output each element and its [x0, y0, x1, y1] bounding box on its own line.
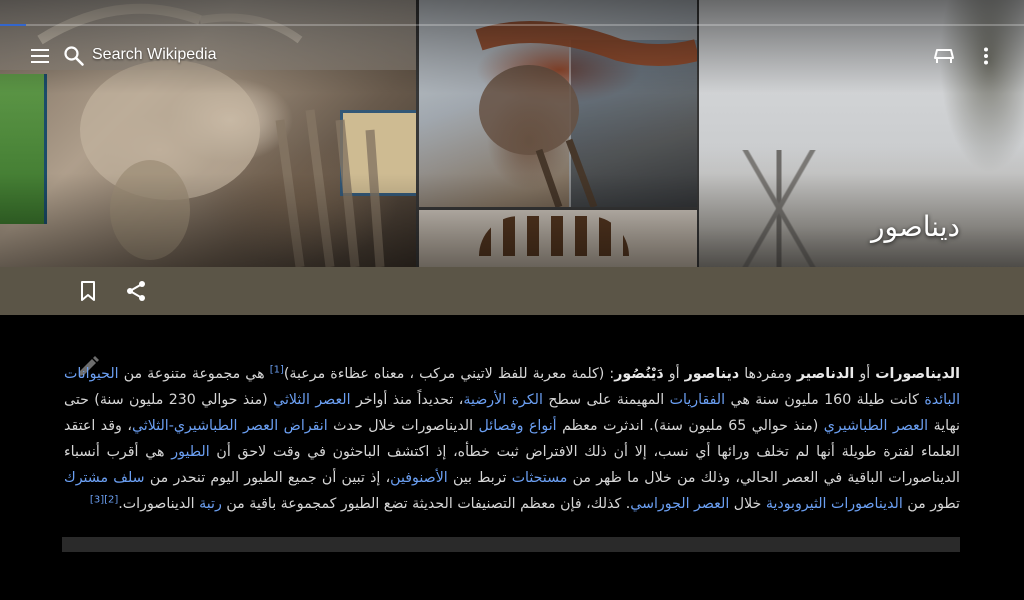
- reading-list-button[interactable]: [924, 36, 964, 76]
- article-link[interactable]: أنواع وفصائل: [479, 418, 557, 434]
- article-action-bar: [0, 267, 1024, 315]
- text: ، تحديداً منذ أواخر: [350, 392, 464, 408]
- article-link[interactable]: العصر الجوراسي: [630, 496, 729, 512]
- more-vert-icon: [984, 47, 988, 65]
- article-link[interactable]: سلف مشترك: [64, 470, 145, 486]
- reference-link[interactable]: [1]: [270, 364, 284, 375]
- text: المهيمنة على سطح: [542, 392, 670, 408]
- top-toolbar: Search Wikipedia: [0, 36, 1024, 76]
- article-link[interactable]: رتبة: [199, 496, 222, 512]
- bookmark-button[interactable]: [68, 271, 108, 311]
- article-link[interactable]: الطيور: [171, 444, 209, 460]
- text: : (كلمة معربة للفظ لاتيني مركب ، معناه ع…: [283, 366, 615, 382]
- article-link[interactable]: الأصنوفين: [390, 470, 448, 486]
- article-link[interactable]: الكرة الأرضية: [463, 392, 543, 408]
- overflow-menu-button[interactable]: [966, 36, 1006, 76]
- term-bold: الدناصير: [796, 366, 855, 382]
- article-link[interactable]: مستحثات: [512, 470, 568, 486]
- menu-icon: [31, 49, 49, 63]
- text: أو: [663, 366, 685, 382]
- text: خلال: [729, 496, 766, 512]
- text: هي مجموعة متنوعة من: [118, 366, 270, 382]
- article-link[interactable]: الفقاريات: [670, 392, 725, 408]
- share-button[interactable]: [116, 271, 156, 311]
- term-bold: الديناصورات: [875, 366, 960, 382]
- reference-link[interactable]: [3]: [90, 494, 104, 505]
- text: (منذ حوالي 65 مليون سنة). اندثرت معظم: [556, 418, 824, 434]
- bookmark-icon: [81, 281, 95, 301]
- text: تطور من: [902, 496, 960, 512]
- article-content: الديناصورات أو الدناصير ومفردها ديناصور …: [0, 315, 1024, 600]
- reference-link[interactable]: [2]: [104, 494, 118, 505]
- text: . كذلك، فإن معظم التصنيفات الحديثة تضع ا…: [221, 496, 631, 512]
- share-icon: [127, 281, 145, 301]
- page-load-progress-fill: [0, 24, 26, 26]
- article-link[interactable]: انقراض العصر الطباشيري-الثلاثي: [132, 418, 328, 434]
- term-bold: دَيْنُصُور: [614, 366, 664, 382]
- text: تربط بين: [447, 470, 512, 486]
- article-title: ديناصور: [870, 210, 960, 243]
- reading-list-icon: [934, 49, 954, 63]
- collapsed-section-bar[interactable]: [62, 537, 960, 552]
- lead-paragraph: الديناصورات أو الدناصير ومفردها ديناصور …: [64, 361, 960, 517]
- search-input[interactable]: Search Wikipedia: [92, 46, 217, 64]
- article-link[interactable]: الديناصورات الثيروبودية: [766, 496, 903, 512]
- search-icon[interactable]: [62, 44, 86, 68]
- article-link[interactable]: العصر الثلاثي: [273, 392, 350, 408]
- text: كانت طيلة 160 مليون سنة هي: [725, 392, 925, 408]
- text: الديناصورات خلال حدث: [327, 418, 479, 434]
- wikipedia-app: Search Wikipedia ديناصور الديناصورات أو …: [0, 0, 1024, 600]
- text: أو: [854, 366, 876, 382]
- text: ، إذ تبين أن جميع الطيور اليوم تنحدر من: [144, 470, 391, 486]
- article-link[interactable]: العصر الطباشيري: [824, 418, 928, 434]
- menu-button[interactable]: [20, 36, 60, 76]
- text: ومفردها: [739, 366, 797, 382]
- text: الديناصورات.: [118, 496, 200, 512]
- term-bold: ديناصور: [684, 366, 740, 382]
- page-load-progress: [0, 24, 1024, 26]
